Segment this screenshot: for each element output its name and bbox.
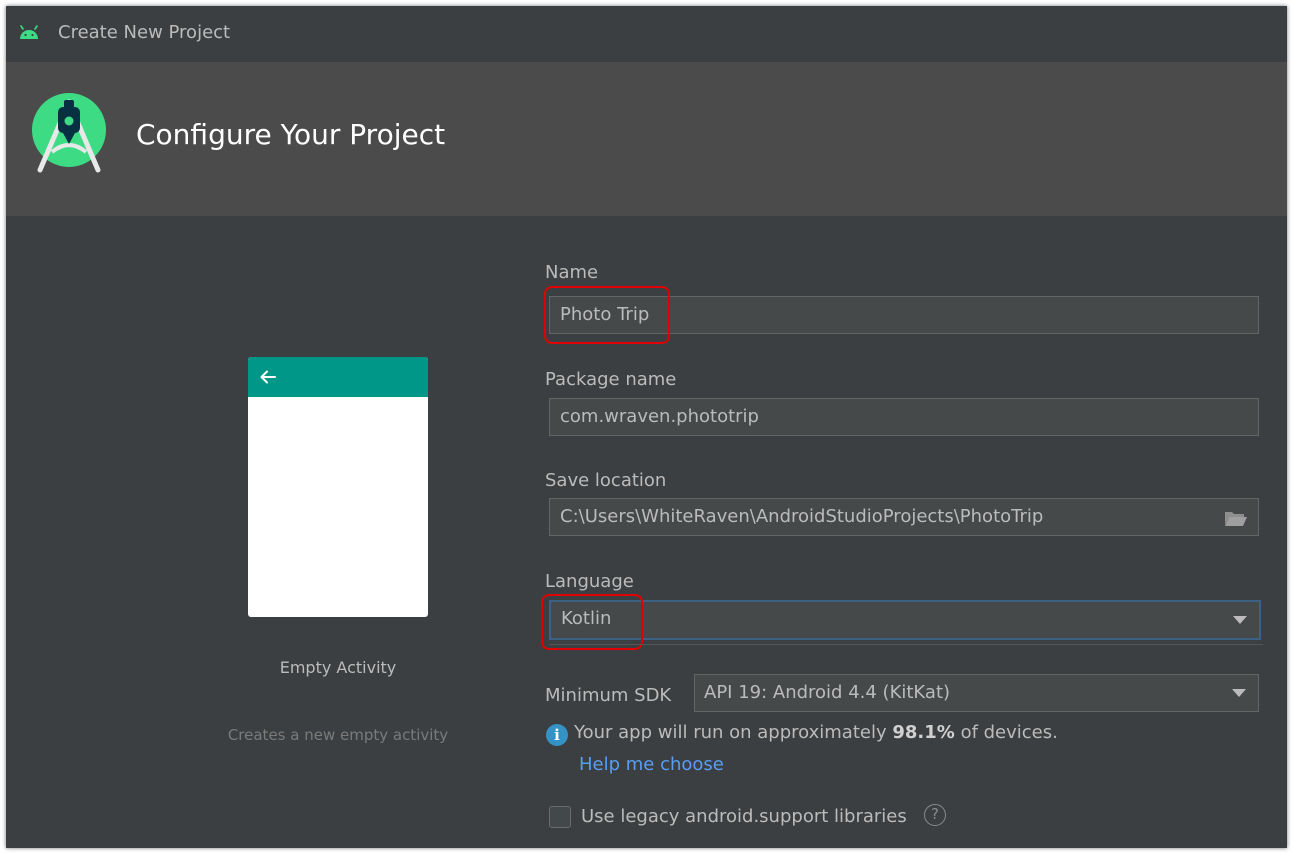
package-name-value: com.wraven.phototrip — [560, 406, 759, 427]
name-annotation-box — [544, 286, 670, 344]
save-location-field[interactable]: C:\Users\WhiteRaven\AndroidStudioProject… — [549, 498, 1259, 536]
window-title: Create New Project — [58, 22, 231, 43]
page-heading: Configure Your Project — [136, 118, 446, 151]
back-arrow-icon — [260, 370, 276, 384]
legacy-support-label[interactable]: Use legacy android.support libraries — [581, 806, 907, 827]
help-icon[interactable]: ? — [924, 804, 946, 826]
title-bar: Create New Project — [6, 6, 1287, 62]
folder-icon[interactable] — [1224, 509, 1248, 527]
android-icon — [20, 25, 38, 39]
template-preview — [248, 357, 428, 617]
save-location-label: Save location — [545, 470, 667, 491]
chevron-down-icon — [1233, 616, 1247, 624]
android-studio-logo — [32, 93, 106, 173]
template-name: Empty Activity — [279, 658, 397, 677]
info-icon: i — [546, 724, 568, 746]
legacy-support-checkbox[interactable] — [549, 806, 571, 828]
package-name-label: Package name — [545, 369, 677, 390]
chevron-down-icon — [1232, 689, 1246, 697]
device-coverage-info: i Your app will run on approximately 98.1… — [546, 722, 1058, 746]
template-description: Creates a new empty activity — [227, 726, 449, 744]
info-percent: 98.1% — [892, 722, 955, 743]
help-me-choose-link[interactable]: Help me choose — [579, 754, 724, 775]
preview-app-bar — [248, 357, 428, 397]
language-dropdown[interactable]: Kotlin — [549, 600, 1261, 640]
minimum-sdk-label: Minimum SDK — [545, 685, 672, 706]
package-name-field[interactable]: com.wraven.phototrip — [549, 398, 1259, 436]
save-location-value: C:\Users\WhiteRaven\AndroidStudioProject… — [560, 506, 1044, 527]
divider — [549, 644, 1263, 645]
minimum-sdk-value: API 19: Android 4.4 (KitKat) — [704, 682, 951, 703]
language-annotation-box — [541, 594, 643, 650]
create-new-project-window: Create New Project Configure Your Projec… — [6, 6, 1287, 848]
content-area: Empty Activity Creates a new empty activ… — [6, 216, 1287, 848]
info-suffix: of devices. — [960, 722, 1058, 743]
info-prefix: Your app will run on approximately — [574, 722, 887, 743]
name-label: Name — [545, 262, 599, 283]
header-banner: Configure Your Project — [6, 62, 1287, 216]
minimum-sdk-dropdown[interactable]: API 19: Android 4.4 (KitKat) — [694, 674, 1259, 712]
language-label: Language — [545, 571, 634, 592]
